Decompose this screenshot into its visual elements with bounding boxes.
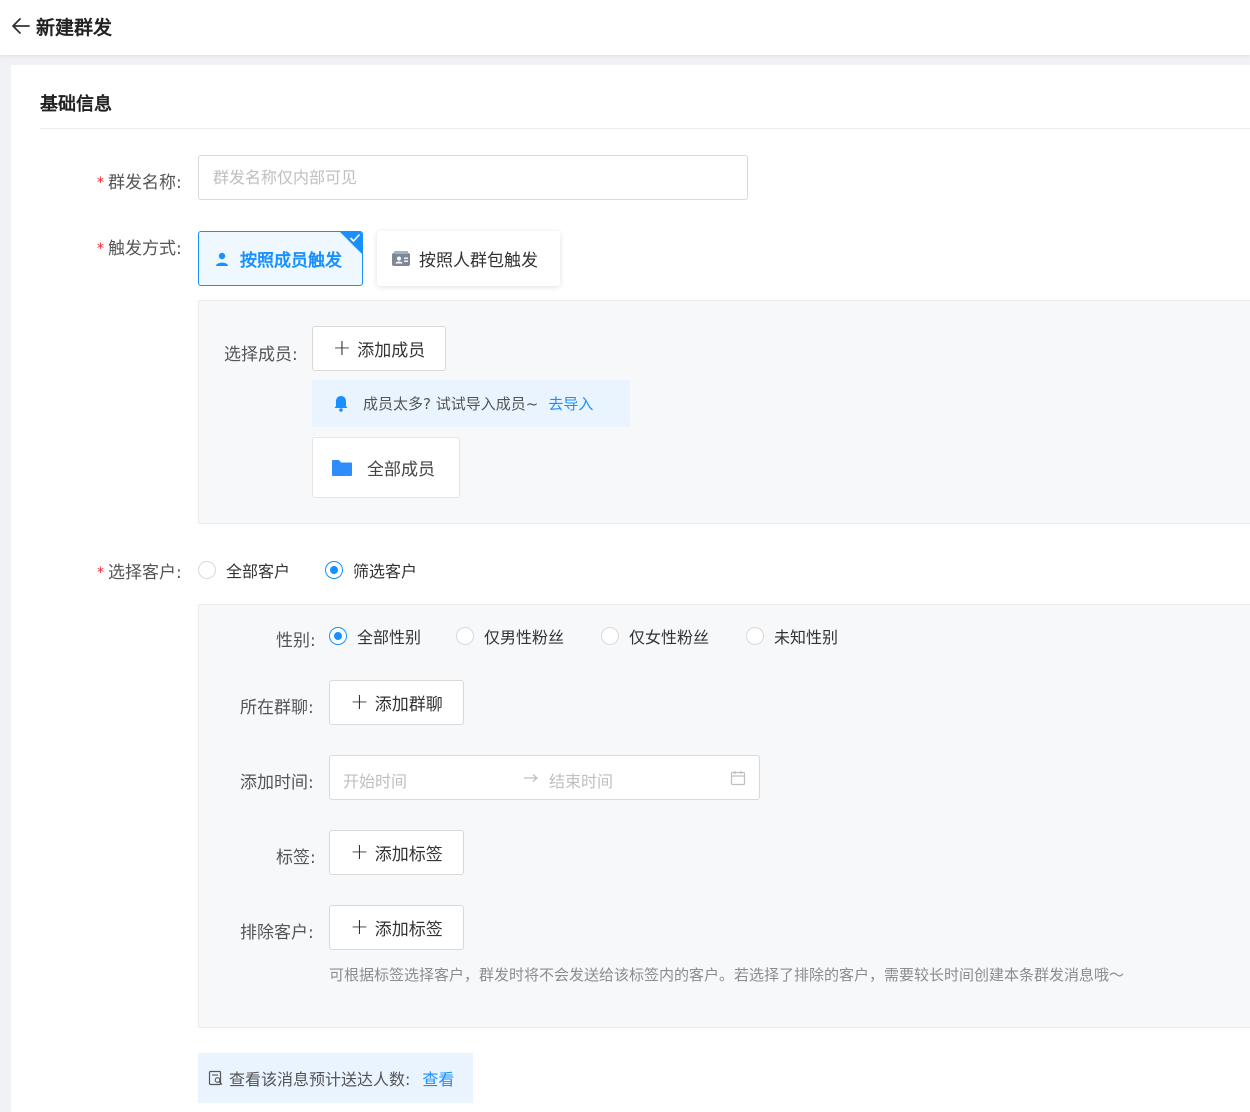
- exclude-hint: 可根据标签选择客户，群发时将不会发送给该标签内的客户。若选择了排除的客户，需要较…: [329, 966, 1125, 984]
- estimate-box: 查看该消息预计送达人数: 查看: [198, 1053, 473, 1103]
- radio-gender-female[interactable]: 仅女性粉丝: [601, 624, 709, 648]
- members-label: 选择成员:: [224, 345, 298, 365]
- arrow-right-icon: [524, 774, 538, 782]
- page-title: 新建群发: [36, 17, 113, 39]
- selected-check-icon: [340, 232, 362, 254]
- date-range-picker[interactable]: 开始时间 结束时间: [329, 755, 760, 800]
- calendar-icon: [730, 771, 746, 786]
- members-panel: 选择成员: + 添加成员 成员太多? 试试导入成员~ 去导入 全部成员: [198, 300, 1250, 524]
- radio-gender-all[interactable]: 全部性别: [329, 624, 421, 648]
- start-date-input[interactable]: 开始时间: [343, 768, 407, 792]
- radio-circle: [746, 627, 764, 645]
- radio-gender-unknown[interactable]: 未知性别: [746, 624, 838, 648]
- section-title: 基础信息: [40, 94, 112, 115]
- customers-label: * 选择客户:: [97, 563, 182, 583]
- gender-label: 性别:: [276, 631, 316, 651]
- exclude-label: 排除客户:: [240, 923, 314, 943]
- bell-icon: [334, 396, 348, 412]
- name-input[interactable]: [198, 155, 748, 200]
- import-link[interactable]: 去导入: [548, 393, 593, 414]
- add-time-label: 添加时间:: [240, 773, 314, 793]
- plus-icon: +: [350, 689, 369, 715]
- radio-circle: [456, 627, 474, 645]
- radio-gender-male[interactable]: 仅男性粉丝: [456, 624, 564, 648]
- trigger-option-label: 按照成员触发: [240, 251, 342, 271]
- add-member-button[interactable]: + 添加成员: [312, 326, 446, 371]
- name-label: * 群发名称:: [97, 173, 182, 193]
- section-divider: [40, 128, 1250, 129]
- add-tag-button[interactable]: + 添加标签: [329, 830, 464, 875]
- plus-icon: +: [350, 839, 369, 865]
- trigger-option-crowd[interactable]: 按照人群包触发: [377, 231, 560, 286]
- radio-circle: [325, 561, 343, 579]
- trigger-option-label: 按照人群包触发: [419, 251, 538, 271]
- trigger-label: * 触发方式:: [97, 239, 182, 259]
- arrow-left-icon[interactable]: [10, 15, 32, 37]
- contact-card-icon: [392, 250, 410, 266]
- radio-circle: [329, 627, 347, 645]
- filter-panel: 性别: 全部性别 仅男性粉丝 仅女性粉丝 未知性别 所在群聊: + 添加群聊 添…: [198, 604, 1250, 1028]
- form-card: 基础信息 *群发名称: *触发方式: 按照成员触发 按照人群包触发 选择成员:: [11, 65, 1250, 1112]
- document-search-icon: [208, 1070, 223, 1086]
- top-bar: 新建群发: [0, 0, 1250, 55]
- radio-filter-customers[interactable]: 筛选客户: [325, 558, 417, 582]
- radio-circle: [601, 627, 619, 645]
- required-mark: *: [97, 565, 104, 581]
- radio-all-customers[interactable]: 全部客户: [198, 558, 290, 582]
- estimate-text: 查看该消息预计送达人数:: [229, 1070, 411, 1089]
- folder-icon: [332, 459, 352, 476]
- tags-label: 标签:: [276, 848, 316, 868]
- import-tip: 成员太多? 试试导入成员~ 去导入: [312, 380, 630, 427]
- required-mark: *: [97, 175, 104, 191]
- exclude-add-tag-button[interactable]: + 添加标签: [329, 905, 464, 950]
- radio-circle: [198, 561, 216, 579]
- group-chat-label: 所在群聊:: [240, 698, 314, 718]
- plus-icon: +: [350, 914, 369, 940]
- required-mark: *: [97, 241, 104, 257]
- add-group-chat-button[interactable]: + 添加群聊: [329, 680, 464, 725]
- trigger-option-member[interactable]: 按照成员触发: [198, 231, 363, 286]
- tip-text: 成员太多? 试试导入成员~: [363, 395, 539, 413]
- plus-icon: +: [332, 335, 352, 361]
- member-chip-all[interactable]: 全部成员: [312, 437, 460, 498]
- end-date-input[interactable]: 结束时间: [549, 768, 613, 792]
- user-icon: [216, 252, 228, 266]
- estimate-view-link[interactable]: 查看: [422, 1066, 454, 1090]
